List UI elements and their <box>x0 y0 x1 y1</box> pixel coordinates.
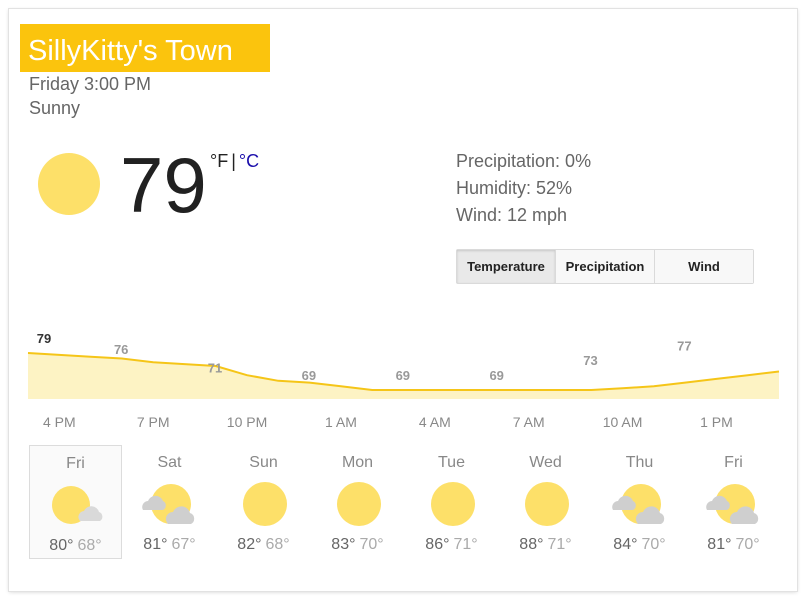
day-temps: 88° 71° <box>499 536 592 554</box>
high-temp: 81° <box>707 536 732 553</box>
hour-label: 4 AM <box>419 414 451 430</box>
tab-precipitation[interactable]: Precipitation <box>556 250 655 283</box>
temp-value-label: 69 <box>302 368 316 383</box>
day-forecast-sat[interactable]: Sat 81° 67° <box>123 445 216 559</box>
day-forecast-thu[interactable]: Thu 84° 70° <box>593 445 686 559</box>
temp-value-label: 69 <box>396 368 410 383</box>
hour-label: 4 PM <box>43 414 76 430</box>
day-name: Wed <box>529 454 562 471</box>
weather-details: Precipitation: 0% Humidity: 52% Wind: 12… <box>456 148 591 229</box>
temp-value-label: 69 <box>489 368 503 383</box>
temperature-chart: 4 PM 79 7 PM 76 10 PM 71 1 AM 69 4 AM 69 7 AM 69 10 … <box>27 331 780 430</box>
high-temp: 88° <box>519 536 544 553</box>
current-condition: Sunny <box>29 98 81 118</box>
day-temps: 84° 70° <box>593 536 686 554</box>
temp-value-label: 77 <box>677 338 691 353</box>
partly-cloudy-icon <box>141 482 201 528</box>
high-temp: 82° <box>237 536 262 553</box>
low-temp: 70° <box>359 536 384 553</box>
chart-tabs: Temperature Precipitation Wind <box>456 249 754 284</box>
hour-label: 7 AM <box>513 414 545 430</box>
unit-celsius-link[interactable]: °C <box>239 151 259 171</box>
high-temp: 80° <box>49 537 74 554</box>
current-temperature: 79 <box>120 141 207 229</box>
precipitation-text: Precipitation: 0% <box>456 151 592 171</box>
day-name: Tue <box>438 454 465 471</box>
temp-value-label: 79 <box>37 331 51 346</box>
wind-text: Wind: 12 mph <box>456 205 568 225</box>
temp-value-label: 76 <box>114 342 128 357</box>
high-temp: 86° <box>425 536 450 553</box>
day-name: Thu <box>625 454 654 471</box>
day-temps: 82° 68° <box>217 536 310 554</box>
hour-label: 10 PM <box>227 414 267 430</box>
tab-wind[interactable]: Wind <box>655 250 753 283</box>
day-name: Fri <box>724 454 743 471</box>
low-temp: 67° <box>171 536 196 553</box>
location-title: SillyKitty's Town <box>28 35 233 67</box>
high-temp: 84° <box>613 536 638 553</box>
temp-value-label: 73 <box>583 353 597 368</box>
day-temps: 86° 71° <box>405 536 498 554</box>
tab-temperature[interactable]: Temperature <box>457 250 556 283</box>
low-temp: 70° <box>641 536 666 553</box>
sun-cloud-icon <box>48 483 108 529</box>
unit-fahrenheit[interactable]: °F <box>210 151 228 171</box>
sun-icon <box>423 482 483 528</box>
day-forecast-tue[interactable]: Tue 86° 71° <box>405 445 498 559</box>
low-temp: 68° <box>77 537 102 554</box>
hour-label: 10 AM <box>603 414 643 430</box>
sun-icon <box>329 482 389 528</box>
day-temps: 81° 67° <box>123 536 216 554</box>
high-temp: 83° <box>331 536 356 553</box>
day-name: Mon <box>341 454 374 471</box>
day-forecast-wed[interactable]: Wed 88° 71° <box>499 445 592 559</box>
day-forecast-mon[interactable]: Mon 83° 70° <box>311 445 404 559</box>
day-forecast-sun[interactable]: Sun 82° 68° <box>217 445 310 559</box>
humidity-text: Humidity: 52% <box>456 178 573 198</box>
hour-label: 1 AM <box>325 414 357 430</box>
low-temp: 70° <box>735 536 760 553</box>
low-temp: 68° <box>265 536 290 553</box>
partly-cloudy-icon <box>705 482 765 528</box>
sun-icon <box>235 482 295 528</box>
day-forecast-fri[interactable]: Fri 81° 70° <box>687 445 780 559</box>
day-forecast-fri[interactable]: Fri 80° 68° <box>29 445 122 559</box>
partly-cloudy-icon <box>611 482 671 528</box>
day-temps: 83° 70° <box>311 536 404 554</box>
day-temps: 80° 68° <box>30 537 121 555</box>
current-datetime: Friday 3:00 PM <box>29 74 152 94</box>
daily-forecast: Fri 80° 68° Sat 81° 67° Sun 82° 68° Mon 83° 70° Tue 8… <box>29 445 779 561</box>
day-name: Fri <box>66 455 85 472</box>
hour-label: 1 PM <box>700 414 733 430</box>
unit-toggle: °F | °C <box>210 150 259 172</box>
day-temps: 81° 70° <box>687 536 780 554</box>
sun-icon <box>517 482 577 528</box>
unit-separator: | <box>231 151 236 171</box>
hour-label: 7 PM <box>137 414 170 430</box>
high-temp: 81° <box>143 536 168 553</box>
day-name: Sun <box>249 454 278 471</box>
temp-value-label: 71 <box>208 361 222 376</box>
low-temp: 71° <box>547 536 572 553</box>
day-name: Sat <box>157 454 182 471</box>
sun-icon <box>38 153 100 215</box>
low-temp: 71° <box>453 536 478 553</box>
